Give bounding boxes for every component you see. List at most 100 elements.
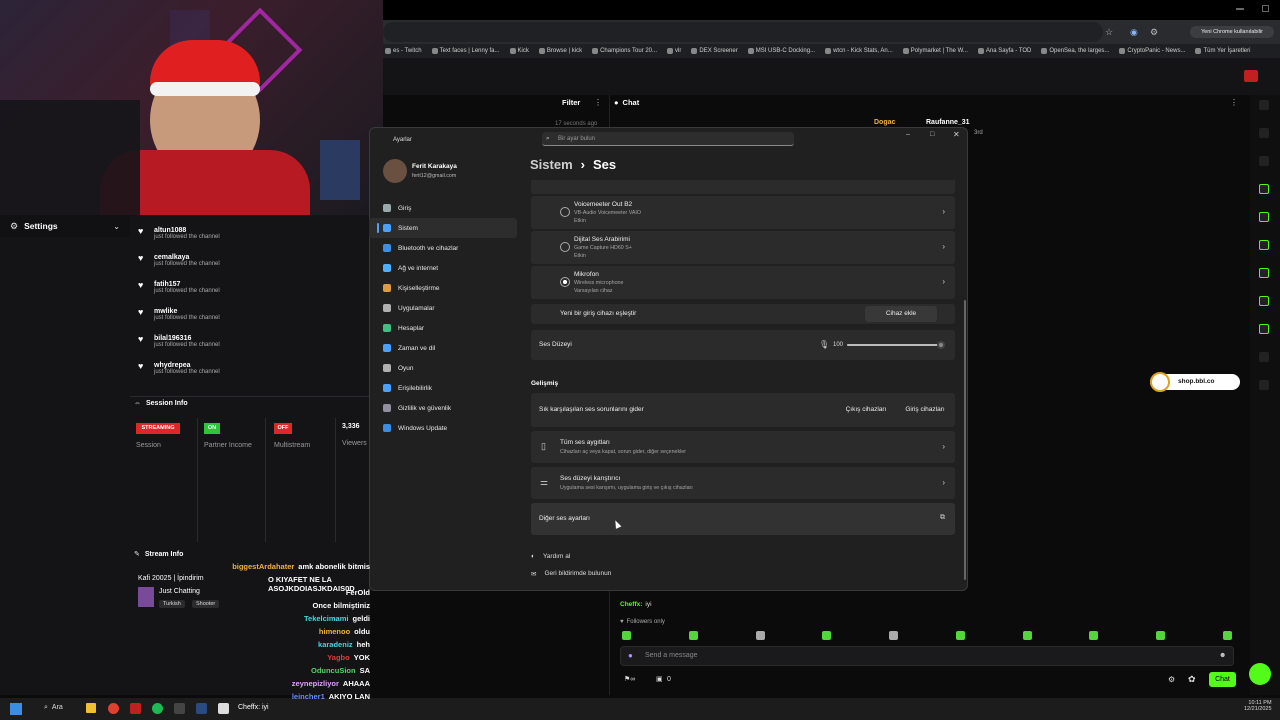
gift-icon[interactable]: ▣ (656, 675, 663, 683)
file-explorer-icon[interactable] (86, 703, 96, 713)
rail-icon[interactable] (1259, 380, 1269, 390)
rail-icon[interactable] (1259, 212, 1269, 222)
rail-icon[interactable] (1259, 128, 1269, 138)
settings-header[interactable]: ⚙ Settings ⌄ (0, 215, 130, 237)
spotify-icon[interactable] (152, 703, 163, 714)
settings-nav-item[interactable]: Gizlilik ve güvenlik (369, 398, 517, 418)
bookmark-item[interactable]: MSI USB-C Docking... (747, 48, 815, 54)
speaker-icon[interactable]: ◉ (1130, 27, 1138, 38)
chat-menu-icon[interactable]: ⋮ (1230, 98, 1238, 107)
settings-nav-item[interactable]: Zaman ve dil (369, 338, 517, 358)
input-device-row[interactable]: Mikrofon Wireless microphone Varsayılan ci… (531, 266, 955, 299)
settings-app-icon[interactable] (218, 703, 229, 714)
rail-icon[interactable] (1259, 268, 1269, 278)
search-placeholder[interactable]: Bir ayar bulun (558, 136, 595, 142)
close-icon[interactable]: ✕ (953, 130, 960, 139)
minimize-icon[interactable] (1236, 8, 1244, 10)
clock[interactable]: 10:11 PM 12/21/2025 (1244, 700, 1272, 712)
taskbar-search[interactable]: ⌕ Ara (44, 704, 63, 712)
breadcrumb-sistem[interactable]: Sistem (530, 157, 573, 172)
radio-button[interactable] (560, 277, 570, 287)
settings-nav-item[interactable]: Uygulamalar (369, 298, 517, 318)
emote-icon[interactable] (1089, 631, 1099, 640)
bookmark-item[interactable]: Text faces | Lenny fa... (431, 48, 500, 54)
filter-button[interactable]: Filter (562, 98, 580, 107)
output-devices-button[interactable]: Çıkış cihazları (840, 402, 892, 418)
app-icon[interactable] (174, 703, 185, 714)
settings-nav-item[interactable]: Sistem (369, 218, 517, 238)
rail-icon[interactable] (1259, 324, 1269, 334)
chat-username[interactable]: Cheffx: (620, 601, 642, 608)
rail-icon[interactable] (1259, 352, 1269, 362)
volume-thumb[interactable] (937, 341, 945, 349)
chrome-update-badge[interactable]: Yeni Chrome kullanılabilir (1190, 26, 1274, 38)
emote-icon[interactable] (688, 631, 698, 640)
rail-icon[interactable] (1259, 296, 1269, 306)
app-icon[interactable] (130, 703, 141, 714)
emote-icon[interactable] (889, 631, 899, 640)
settings-scrollbar[interactable] (964, 300, 966, 580)
gear-icon[interactable]: ✿ (1188, 674, 1196, 685)
bookmark-item[interactable]: DEX Screener (691, 48, 738, 54)
bookmark-item[interactable]: Tüm Yer İşaretleri (1195, 48, 1250, 54)
bookmark-item[interactable]: Ana Sayfa - TOD (977, 48, 1031, 54)
settings-nav-item[interactable]: Giriş (369, 198, 517, 218)
settings-nav-item[interactable]: Erişilebilirlik (369, 378, 517, 398)
maximize-icon[interactable] (1262, 5, 1269, 12)
input-devices-button[interactable]: Giriş cihazları (898, 402, 952, 418)
bookmark-item[interactable]: Kick (509, 48, 529, 54)
chat-send-button[interactable]: Chat (1209, 672, 1236, 687)
chrome-icon[interactable] (108, 703, 119, 714)
radio-button[interactable] (560, 242, 570, 252)
settings-nav-item[interactable]: Oyun (369, 358, 517, 378)
address-bar[interactable] (383, 22, 1103, 42)
input-device-row[interactable]: Dijital Ses Arabirimi Game Capture HD60 S… (531, 231, 955, 264)
bookmark-item[interactable]: wtcn - Kick Stats, An... (825, 48, 893, 54)
site-logo-icon[interactable] (1244, 70, 1258, 82)
bookmark-item[interactable]: vlr (667, 48, 681, 54)
settings-nav-item[interactable]: Bluetooth ve cihazlar (369, 238, 517, 258)
emote-icon[interactable] (1222, 631, 1232, 640)
emote-icon[interactable] (755, 631, 765, 640)
help-label[interactable]: Yardım al (543, 553, 570, 560)
chevron-down-icon[interactable]: ⌄ (113, 222, 120, 231)
chat-input[interactable] (620, 646, 1234, 666)
follower-name[interactable]: altun1088 (154, 227, 220, 234)
follower-name[interactable]: cemalkaya (154, 254, 220, 261)
rail-icon[interactable] (1259, 100, 1269, 110)
feedback-link[interactable]: ✉ Geri bildirimde bulunun (531, 570, 611, 578)
feedback-label[interactable]: Geri bildirimde bulunun (544, 570, 611, 578)
emote-icon[interactable] (1022, 631, 1032, 640)
more-vertical-icon[interactable]: ⋮ (594, 98, 602, 107)
follower-name[interactable]: whydrepea (154, 362, 220, 369)
emote-icon[interactable] (822, 631, 832, 640)
steam-icon[interactable] (196, 703, 207, 714)
chat-settings-icon[interactable]: ⚙ (1168, 675, 1175, 684)
rail-icon[interactable] (1259, 156, 1269, 166)
extensions-icon[interactable]: ⚙ (1150, 27, 1158, 38)
top-gifter-1[interactable]: Dogac (874, 119, 895, 126)
input-device-row[interactable]: Voicemeeter Out B2 VB-Audio Voicemeeter V… (531, 196, 955, 229)
device-row-partial[interactable] (531, 180, 955, 194)
emote-icon[interactable] (622, 631, 631, 640)
points-icon[interactable]: ⚑∞ (624, 675, 635, 683)
settings-nav-item[interactable]: Kişiselleştirme (369, 278, 517, 298)
minimize-icon[interactable]: – (906, 131, 910, 138)
follower-name[interactable]: fatih157 (154, 281, 220, 288)
taskbar-active-app[interactable]: Cheffx: iyi (238, 704, 269, 711)
emoji-icon[interactable]: ☻ (1219, 652, 1226, 659)
star-icon[interactable]: ☆ (1105, 27, 1113, 38)
radio-button[interactable] (560, 207, 570, 217)
maximize-icon[interactable]: □ (930, 131, 934, 138)
volume-slider[interactable] (847, 341, 945, 349)
bookmark-item[interactable]: Champions Tour 20... (592, 48, 657, 54)
settings-nav-item[interactable]: Windows Update (369, 418, 517, 438)
add-device-button[interactable]: Cihaz ekle (865, 306, 937, 322)
bookmark-item[interactable]: Polymarket | The W... (902, 48, 968, 54)
follower-name[interactable]: mwlike (154, 308, 220, 315)
top-gifter-2[interactable]: Raufanne_31 (926, 119, 970, 126)
more-sound-settings-row[interactable]: Diğer ses ayarları ⧉ (531, 503, 955, 535)
volume-mixer-row[interactable]: ⚌ Ses düzeyi karıştırıcı Uygulama sesi k… (531, 467, 955, 499)
support-button[interactable] (1249, 663, 1271, 685)
bookmark-item[interactable]: es - Twitch (385, 48, 422, 54)
